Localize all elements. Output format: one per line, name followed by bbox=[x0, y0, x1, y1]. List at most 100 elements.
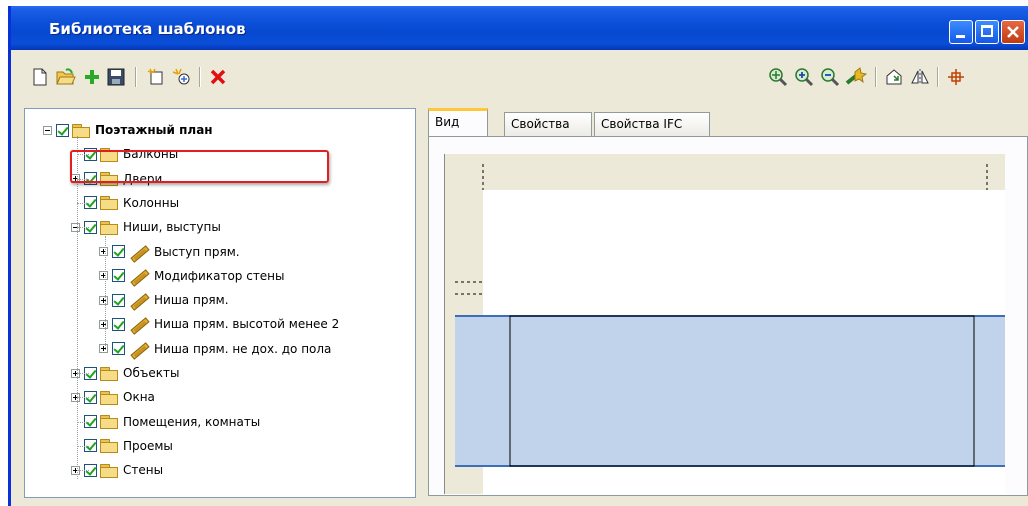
tree-item-label: Стены bbox=[123, 463, 164, 478]
tree-connector-line bbox=[77, 136, 78, 479]
tree-connector-line bbox=[77, 397, 89, 399]
folder-icon bbox=[100, 196, 118, 211]
tree-item-label: Проемы bbox=[123, 438, 173, 453]
tree-item-checkbox[interactable] bbox=[56, 123, 69, 137]
tree-item-label: Объекты bbox=[123, 366, 180, 380]
base-point-button[interactable] bbox=[945, 66, 967, 88]
tree-item[interactable]: Ниша прям. не дох. до пола bbox=[99, 338, 331, 360]
tree-item[interactable]: Выступ прям. bbox=[99, 241, 240, 263]
folder-icon bbox=[100, 220, 118, 235]
minimize-button[interactable] bbox=[949, 20, 973, 44]
tree-connector-line bbox=[77, 470, 89, 472]
folder-icon bbox=[100, 415, 118, 430]
tree-item[interactable]: Ниша прям. bbox=[99, 289, 229, 311]
selection-highlight-frame bbox=[70, 150, 329, 183]
tree-item-label: Ниша прям. bbox=[154, 293, 229, 308]
tree-item-checkbox[interactable] bbox=[112, 317, 125, 331]
preview-viewport[interactable] bbox=[444, 154, 1005, 494]
delete-icon bbox=[210, 69, 226, 85]
new-document-icon bbox=[33, 68, 47, 86]
new-template-button[interactable] bbox=[145, 66, 167, 88]
pan-button[interactable] bbox=[845, 66, 867, 88]
tree-item-label: Модификатор стены bbox=[154, 268, 285, 283]
expand-icon[interactable] bbox=[99, 344, 108, 354]
wall-tool-icon bbox=[128, 244, 148, 260]
tree-item[interactable]: Модификатор стены bbox=[99, 265, 285, 287]
tree-connector-line bbox=[77, 373, 89, 374]
new-document-button[interactable] bbox=[29, 66, 51, 88]
toolbar-separator bbox=[937, 67, 939, 87]
tree-item-label: Ниша прям. не дох. до пола bbox=[154, 341, 332, 356]
tree-item-label: Ниша прям. высотой менее 2 bbox=[154, 317, 340, 332]
zoom-in-button[interactable] bbox=[793, 66, 815, 88]
wall-preview-drawing bbox=[445, 154, 1005, 494]
maximize-button[interactable] bbox=[975, 20, 999, 44]
pan-icon bbox=[845, 67, 867, 85]
mirror-icon bbox=[911, 69, 929, 85]
wall-tool-icon bbox=[128, 268, 148, 284]
tree-item-label: Поэтажный план bbox=[95, 123, 213, 137]
sparkle-template-icon bbox=[172, 68, 190, 85]
open-folder-icon bbox=[56, 68, 76, 85]
folder-icon bbox=[72, 123, 90, 138]
toolbar-separator bbox=[199, 67, 201, 87]
expand-icon[interactable] bbox=[99, 247, 108, 256]
tab-ifc-properties[interactable]: Свойства IFC bbox=[594, 112, 710, 136]
maximize-icon bbox=[981, 25, 993, 37]
tree-connector-line bbox=[77, 445, 89, 447]
wall-tool-icon bbox=[128, 292, 148, 308]
tree-item-label: Выступ прям. bbox=[154, 244, 240, 259]
collapse-icon[interactable] bbox=[43, 125, 52, 135]
tree-item[interactable]: Ниши, выступы bbox=[71, 216, 221, 238]
tree-item-checkbox[interactable] bbox=[112, 293, 125, 307]
tree-connector-line bbox=[105, 236, 106, 350]
folder-icon bbox=[100, 439, 118, 454]
tree-item[interactable]: Поэтажный план bbox=[43, 119, 213, 141]
wall-tool-icon bbox=[128, 316, 148, 332]
folder-icon bbox=[100, 366, 118, 381]
tree-item-label: Помещения, комнаты bbox=[123, 414, 261, 429]
tree-item-checkbox[interactable] bbox=[112, 245, 125, 258]
expand-icon[interactable] bbox=[99, 319, 108, 329]
tree-item-checkbox[interactable] bbox=[112, 269, 125, 283]
template-wizard-button[interactable] bbox=[171, 66, 193, 88]
tree-item[interactable]: Помещения, комнаты bbox=[71, 411, 260, 433]
title-bar[interactable]: Библиотека шаблонов bbox=[11, 6, 1028, 50]
tree-item-label: Окна bbox=[123, 390, 155, 405]
3d-view-button[interactable] bbox=[883, 66, 905, 88]
tree-connector-line bbox=[77, 421, 89, 423]
zoom-all-icon bbox=[769, 68, 788, 87]
expand-icon[interactable] bbox=[99, 271, 108, 281]
3d-view-icon bbox=[886, 69, 902, 85]
tree-item-label: Колонны bbox=[123, 195, 180, 210]
tab-view[interactable]: Вид bbox=[428, 108, 488, 136]
delete-button[interactable] bbox=[207, 66, 229, 88]
main-toolbar bbox=[11, 50, 1028, 106]
window-title: Библиотека шаблонов bbox=[49, 20, 246, 38]
close-icon bbox=[1007, 26, 1019, 38]
close-window-button[interactable] bbox=[1001, 20, 1025, 44]
tree-connector-line bbox=[77, 202, 89, 204]
toolbar-separator bbox=[135, 67, 137, 87]
save-button[interactable] bbox=[105, 66, 127, 88]
add-icon bbox=[85, 70, 99, 84]
tab-properties[interactable]: Свойства bbox=[504, 112, 592, 136]
mirror-button[interactable] bbox=[909, 66, 931, 88]
zoom-in-icon bbox=[795, 68, 814, 87]
add-button[interactable] bbox=[81, 66, 103, 88]
zoom-out-button[interactable] bbox=[819, 66, 841, 88]
save-icon bbox=[107, 68, 125, 86]
wall-tool-icon bbox=[128, 341, 148, 357]
zoom-extents-button[interactable] bbox=[767, 66, 789, 88]
tree-connector-line bbox=[77, 227, 89, 229]
zoom-out-icon bbox=[821, 68, 840, 87]
base-point-icon bbox=[948, 69, 964, 85]
tree-item-checkbox[interactable] bbox=[112, 342, 125, 356]
tree-item-label: Ниши, выступы bbox=[123, 220, 221, 235]
folder-icon bbox=[100, 463, 118, 478]
open-button[interactable] bbox=[55, 66, 77, 88]
new-template-icon bbox=[147, 68, 163, 85]
expand-icon[interactable] bbox=[99, 295, 108, 305]
minimize-icon bbox=[956, 35, 965, 38]
tree-item[interactable]: Ниша прям. высотой менее 2 bbox=[99, 313, 339, 335]
